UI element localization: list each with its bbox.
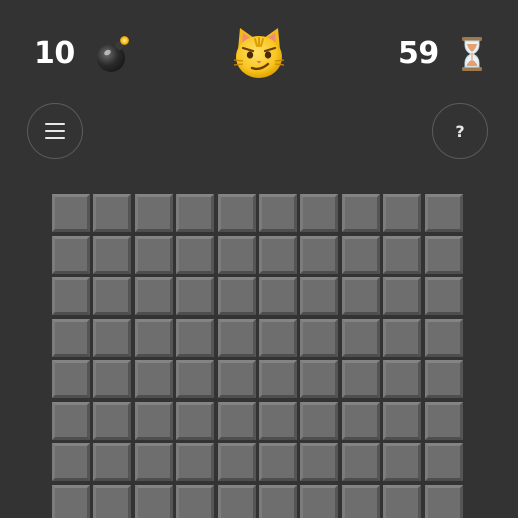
mine-cell[interactable] — [258, 401, 297, 440]
timer-counter: 59 — [398, 34, 485, 74]
mine-cell[interactable] — [176, 484, 215, 518]
mine-counter: 10 — [34, 34, 131, 74]
mine-cell[interactable] — [176, 194, 215, 232]
mine-cell[interactable] — [217, 277, 256, 315]
mine-cell[interactable] — [93, 443, 132, 481]
mine-cell[interactable] — [383, 360, 422, 398]
mine-cell[interactable] — [134, 443, 173, 481]
timer-value: 59 — [398, 36, 439, 71]
mine-cell[interactable] — [134, 318, 173, 357]
mine-cell[interactable] — [341, 194, 380, 232]
mine-cell[interactable] — [93, 277, 132, 315]
mine-cell[interactable] — [300, 277, 339, 315]
mine-cell[interactable] — [93, 318, 132, 357]
mine-cell[interactable] — [341, 318, 380, 357]
reset-face-button[interactable] — [232, 26, 286, 80]
mine-cell[interactable] — [258, 443, 297, 481]
mine-cell[interactable] — [341, 277, 380, 315]
mine-cell[interactable] — [300, 484, 339, 518]
mine-cell[interactable] — [341, 484, 380, 518]
mine-cell[interactable] — [93, 360, 132, 398]
mine-cell[interactable] — [258, 318, 297, 357]
mine-cell[interactable] — [52, 401, 90, 440]
hamburger-menu-icon — [45, 123, 65, 139]
mine-cell[interactable] — [217, 484, 256, 518]
mine-cell[interactable] — [258, 194, 297, 232]
help-button-label: ? — [455, 121, 465, 141]
mine-cell[interactable] — [341, 235, 380, 274]
mine-cell[interactable] — [383, 235, 422, 274]
mine-cell[interactable] — [217, 235, 256, 274]
mine-cell[interactable] — [176, 443, 215, 481]
mine-cell[interactable] — [93, 194, 132, 232]
mine-cell[interactable] — [424, 235, 463, 274]
mine-cell[interactable] — [176, 401, 215, 440]
mine-cell[interactable] — [258, 360, 297, 398]
mine-cell[interactable] — [176, 318, 215, 357]
bomb-icon — [95, 36, 131, 72]
mine-cell[interactable] — [93, 484, 132, 518]
mine-cell[interactable] — [134, 277, 173, 315]
mine-cell[interactable] — [300, 401, 339, 440]
mine-cell[interactable] — [176, 277, 215, 315]
mine-cell[interactable] — [424, 401, 463, 440]
mine-cell[interactable] — [217, 194, 256, 232]
mine-cell[interactable] — [52, 318, 90, 357]
mine-cell[interactable] — [300, 360, 339, 398]
mine-cell[interactable] — [93, 235, 132, 274]
mine-cell[interactable] — [341, 360, 380, 398]
mine-cell[interactable] — [52, 484, 90, 518]
mine-cell[interactable] — [52, 277, 90, 315]
mine-cell[interactable] — [424, 318, 463, 357]
mine-cell[interactable] — [300, 235, 339, 274]
minesweeper-app: 10 59 ? — [0, 0, 518, 518]
mine-cell[interactable] — [300, 318, 339, 357]
mine-cell[interactable] — [176, 360, 215, 398]
mine-cell[interactable] — [258, 235, 297, 274]
help-button[interactable]: ? — [432, 103, 488, 159]
mine-cell[interactable] — [134, 484, 173, 518]
mine-cell[interactable] — [52, 235, 90, 274]
mine-cell[interactable] — [258, 277, 297, 315]
mine-cell[interactable] — [217, 360, 256, 398]
mine-cell[interactable] — [424, 360, 463, 398]
mine-cell[interactable] — [258, 484, 297, 518]
mine-cell[interactable] — [217, 401, 256, 440]
mine-cell[interactable] — [383, 277, 422, 315]
mine-cell[interactable] — [134, 360, 173, 398]
mine-cell[interactable] — [424, 443, 463, 481]
smirking-cat-icon — [233, 28, 285, 78]
mine-cell[interactable] — [217, 318, 256, 357]
mine-cell[interactable] — [341, 443, 380, 481]
mine-cell[interactable] — [217, 443, 256, 481]
mine-cell[interactable] — [341, 401, 380, 440]
mine-cell[interactable] — [134, 235, 173, 274]
mine-cell[interactable] — [424, 484, 463, 518]
mine-cell[interactable] — [52, 360, 90, 398]
mine-cell[interactable] — [134, 401, 173, 440]
mine-cell[interactable] — [383, 443, 422, 481]
mine-cell[interactable] — [300, 194, 339, 232]
mine-cell[interactable] — [93, 401, 132, 440]
mine-cell[interactable] — [176, 235, 215, 274]
mine-cell[interactable] — [424, 277, 463, 315]
mine-cell[interactable] — [52, 443, 90, 481]
mine-cell[interactable] — [383, 484, 422, 518]
mine-cell[interactable] — [134, 194, 173, 232]
mine-cell[interactable] — [383, 401, 422, 440]
minefield-grid — [52, 194, 466, 518]
hourglass-icon — [459, 36, 485, 72]
menu-button[interactable] — [27, 103, 83, 159]
mine-cell[interactable] — [383, 318, 422, 357]
mine-cell[interactable] — [300, 443, 339, 481]
mine-cell[interactable] — [383, 194, 422, 232]
mine-cell[interactable] — [52, 194, 90, 232]
mine-cell[interactable] — [424, 194, 463, 232]
mines-remaining-value: 10 — [34, 36, 75, 71]
